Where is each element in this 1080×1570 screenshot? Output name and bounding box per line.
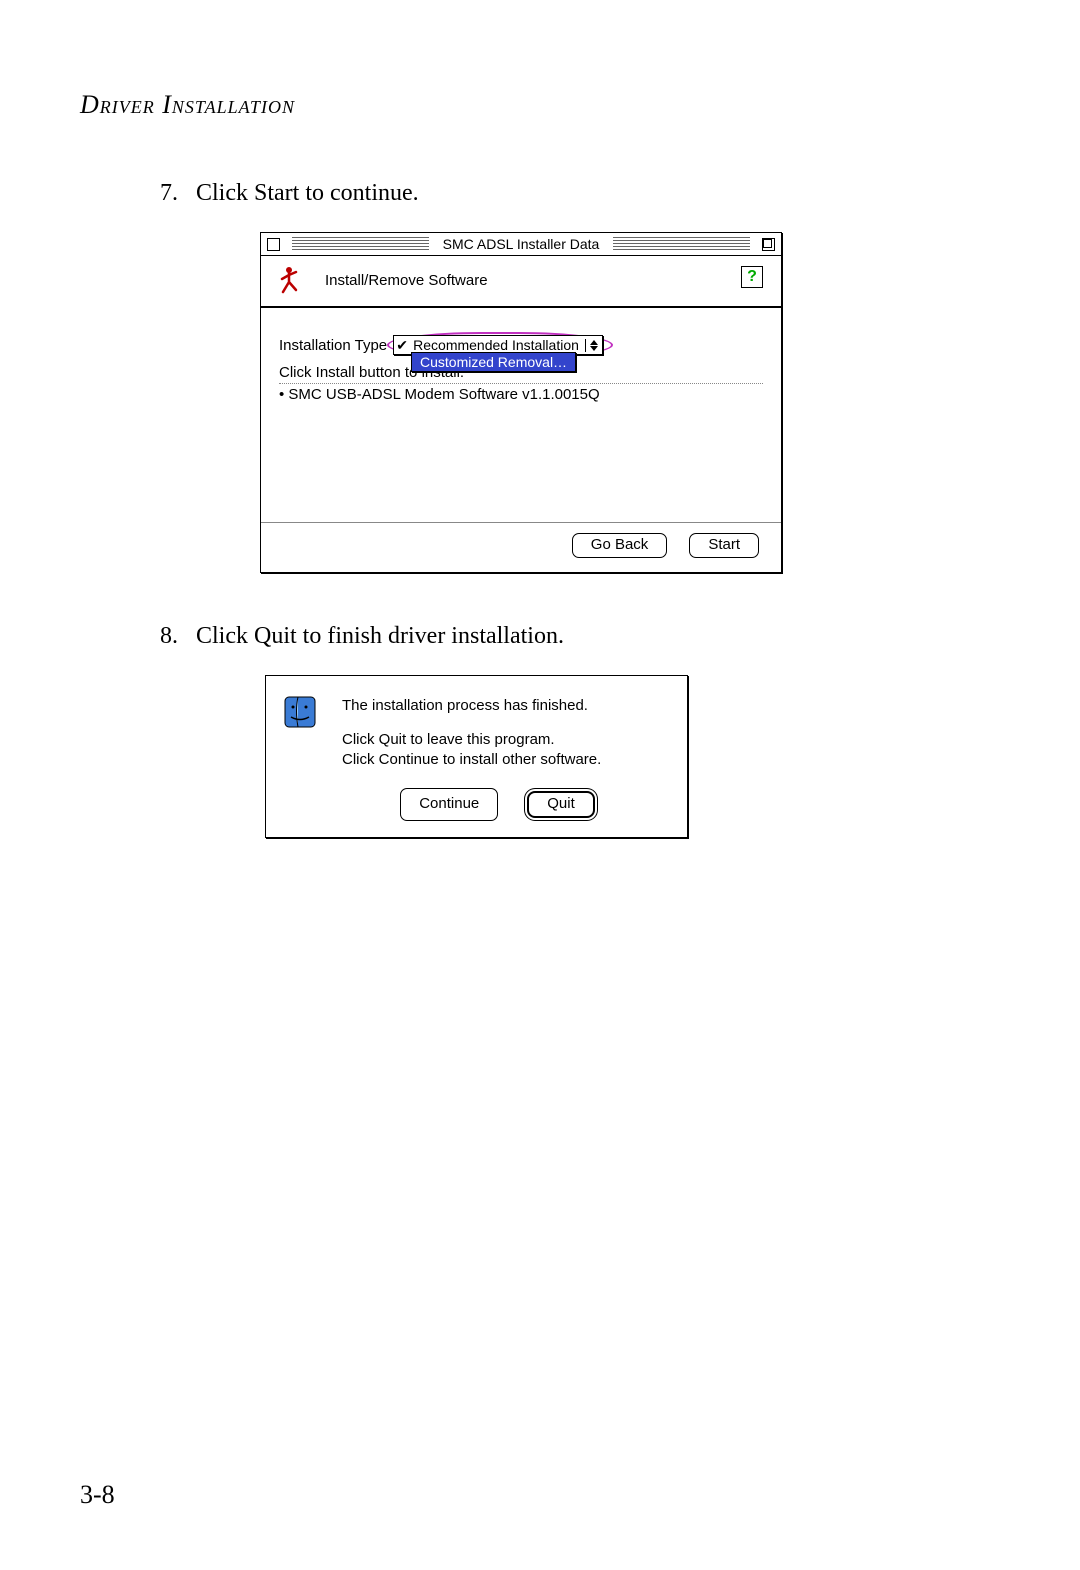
finish-text: The installation process has finished. C… [342, 696, 601, 771]
finish-dialog: The installation process has finished. C… [265, 675, 688, 838]
help-button[interactable]: ? [741, 266, 763, 288]
step-number: 7. [150, 180, 178, 207]
step-number: 8. [150, 623, 178, 650]
titlebar-stripes [613, 237, 750, 251]
zoom-icon[interactable] [762, 238, 775, 251]
dialog-header: Install/Remove Software ? [261, 256, 781, 308]
dialog-body: Installation Type ✔ Recommended Installa… [261, 308, 781, 522]
finder-icon [284, 696, 316, 728]
finish-line-1: The installation process has finished. [342, 696, 601, 716]
dialog-subtitle: Install/Remove Software [325, 272, 488, 289]
software-item: SMC USB-ADSL Modem Software v1.1.0015Q [279, 386, 763, 403]
step-8: 8. Click Quit to finish driver installat… [150, 623, 1000, 650]
dialog-footer: Go Back Start [261, 522, 781, 572]
quit-button[interactable]: Quit [528, 792, 594, 817]
step-7: 7. Click Start to continue. [150, 180, 1000, 207]
close-icon[interactable] [267, 238, 280, 251]
step-text: Click Start to continue. [196, 180, 419, 207]
titlebar[interactable]: SMC ADSL Installer Data [261, 233, 781, 256]
checkmark-icon: ✔ [394, 337, 411, 354]
installation-type-label: Installation Type [279, 337, 387, 354]
continue-button[interactable]: Continue [400, 788, 498, 821]
installer-running-icon [273, 264, 305, 296]
page-number: 3-8 [80, 1480, 115, 1510]
dropdown-arrows-icon [585, 339, 602, 352]
titlebar-stripes [292, 237, 429, 251]
finish-line-2: Click Quit to leave this program. [342, 730, 601, 750]
start-button[interactable]: Start [689, 533, 759, 558]
section-heading: Driver Installation [80, 90, 1000, 120]
installer-dialog: SMC ADSL Installer Data Install/Remove S… [260, 232, 782, 573]
dropdown-open-item[interactable]: Customized Removal… [411, 352, 576, 372]
step-text: Click Quit to finish driver installation… [196, 623, 564, 650]
finish-line-3: Click Continue to install other software… [342, 750, 601, 770]
go-back-button[interactable]: Go Back [572, 533, 668, 558]
window-title: SMC ADSL Installer Data [435, 236, 608, 252]
